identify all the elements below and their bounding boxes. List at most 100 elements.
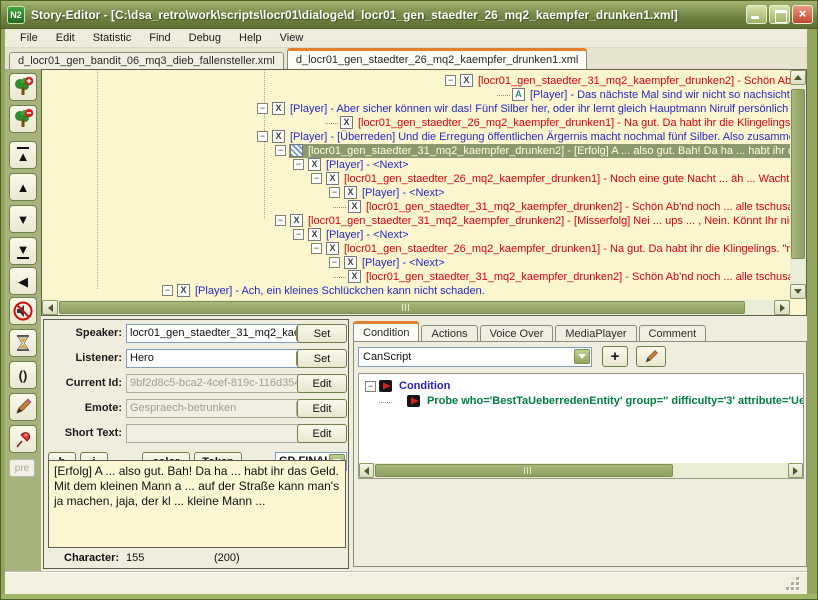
expander-minus-icon[interactable]: − bbox=[293, 159, 304, 170]
move-up-button[interactable]: ▲ bbox=[9, 173, 37, 201]
move-first-button[interactable]: ▲ bbox=[9, 141, 37, 169]
edit-pencil-button[interactable] bbox=[9, 393, 37, 421]
tree-node-label[interactable]: [locr01_gen_staedter_26_mq2_kaempfer_dru… bbox=[358, 117, 790, 130]
node-checkbox-icon[interactable]: X bbox=[344, 256, 357, 269]
expander-minus-icon[interactable]: − bbox=[275, 215, 286, 226]
move-last-button[interactable]: ▼ bbox=[9, 237, 37, 265]
scroll-left-button[interactable] bbox=[42, 300, 58, 315]
tree-node-label[interactable]: [locr01_gen_staedter_31_mq2_kaempfer_dru… bbox=[308, 145, 790, 158]
edit-condition-button[interactable] bbox=[636, 346, 666, 367]
scroll-thumb[interactable] bbox=[375, 464, 673, 477]
tree-row[interactable]: −X[locr01_gen_staedter_26_mq2_kaempfer_d… bbox=[42, 242, 790, 256]
tree-row[interactable]: X [locr01_gen_staedter_26_mq2_kaempfer_dr… bbox=[42, 116, 790, 130]
tree-node-label[interactable]: [Player] - <Next> bbox=[362, 257, 445, 270]
tree-node-label[interactable]: [locr01_gen_staedter_31_mq2_kaempfer_dru… bbox=[366, 271, 790, 284]
maximize-button[interactable] bbox=[769, 5, 790, 24]
resize-grip-icon[interactable] bbox=[787, 578, 799, 590]
wait-button[interactable] bbox=[9, 329, 37, 357]
scroll-up-button[interactable] bbox=[790, 70, 806, 85]
menu-edit[interactable]: Edit bbox=[47, 30, 84, 46]
checked-node-icon[interactable] bbox=[290, 144, 303, 157]
scroll-thumb[interactable] bbox=[59, 301, 745, 314]
add-node-button[interactable] bbox=[9, 73, 37, 101]
expander-minus-icon[interactable]: − bbox=[275, 145, 286, 156]
move-down-button[interactable]: ▼ bbox=[9, 205, 37, 233]
node-checkbox-icon[interactable]: X bbox=[272, 130, 285, 143]
mute-button[interactable] bbox=[9, 297, 37, 325]
tree-row[interactable]: −X [Player] - <Next> bbox=[42, 228, 790, 242]
expander-minus-icon[interactable]: − bbox=[162, 285, 173, 296]
tree-node-label[interactable]: [locr01_gen_staedter_31_mq2_kaempfer_dru… bbox=[478, 75, 790, 88]
menu-debug[interactable]: Debug bbox=[180, 30, 230, 46]
play-reverse-button[interactable]: ◀ bbox=[9, 267, 37, 295]
expander-minus-icon[interactable]: − bbox=[257, 103, 268, 114]
tree-row[interactable]: A[Player] - Das nächste Mal sind wir nic… bbox=[42, 88, 790, 102]
minimize-button[interactable] bbox=[746, 5, 767, 24]
braces-button[interactable]: () bbox=[9, 361, 37, 389]
menu-find[interactable]: Find bbox=[140, 30, 179, 46]
node-checkbox-icon[interactable]: X bbox=[308, 228, 321, 241]
menu-statistic[interactable]: Statistic bbox=[84, 30, 141, 46]
expander-minus-icon[interactable]: − bbox=[257, 131, 268, 142]
tab-comment[interactable]: Comment bbox=[639, 325, 707, 342]
tree-row[interactable]: −X[locr01_gen_staedter_26_mq2_kaempfer_d… bbox=[42, 172, 790, 186]
tree-row[interactable]: X[locr01_gen_staedter_31_mq2_kaempfer_dr… bbox=[42, 270, 790, 284]
expander-minus-icon[interactable]: − bbox=[293, 229, 304, 240]
tree-row[interactable]: −X[Player] - <Next> bbox=[42, 158, 790, 172]
node-checkbox-icon[interactable]: X bbox=[348, 200, 361, 213]
node-checkbox-icon[interactable]: X bbox=[290, 214, 303, 227]
node-checkbox-icon[interactable]: X bbox=[340, 116, 353, 129]
pin-button[interactable] bbox=[9, 425, 37, 453]
tree-node-label[interactable]: [Player] - <Next> bbox=[326, 229, 409, 242]
tree-row[interactable]: −X [Player] - Ach, ein kleines Schlückche… bbox=[42, 284, 790, 298]
emote-edit-button[interactable]: Edit bbox=[297, 399, 347, 418]
close-button[interactable]: × bbox=[792, 5, 813, 24]
document-tab[interactable]: d_locr01_gen_bandit_06_mq3_dieb_fallenst… bbox=[9, 52, 284, 69]
dialog-text-editor[interactable]: [Erfolg] A ... also gut. Bah! Da ha ... … bbox=[48, 460, 346, 548]
node-checkbox-icon[interactable]: X bbox=[344, 186, 357, 199]
tree-node-label[interactable]: [Player] - Aber sicher können wir das! F… bbox=[290, 103, 790, 116]
menu-help[interactable]: Help bbox=[230, 30, 271, 46]
condition-node-label[interactable]: Probe who='BestTaUeberredenEntity' group… bbox=[427, 395, 804, 408]
condition-horizontal-scrollbar[interactable] bbox=[359, 463, 803, 478]
pre-button[interactable]: pre bbox=[9, 459, 35, 477]
tree-row[interactable]: −X [Player] - <Next> bbox=[42, 186, 790, 200]
expander-minus-icon[interactable]: − bbox=[329, 187, 340, 198]
tree-node-label[interactable]: [locr01_gen_staedter_26_mq2_kaempfer_dru… bbox=[344, 173, 790, 186]
tree-node-label[interactable]: [Player] - [Überreden] Und die Erregung … bbox=[290, 131, 790, 144]
tree-row[interactable]: −X[locr01_gen_staedter_31_mq2_kaempfer_d… bbox=[42, 214, 790, 228]
listener-combobox[interactable]: Hero bbox=[126, 349, 314, 368]
tree-horizontal-scrollbar[interactable] bbox=[42, 300, 790, 315]
tree-node-label[interactable]: [Player] - <Next> bbox=[326, 159, 409, 172]
chevron-down-icon[interactable] bbox=[574, 349, 590, 364]
node-checkbox-icon[interactable]: X bbox=[460, 74, 473, 87]
answer-node-icon[interactable]: A bbox=[512, 88, 525, 101]
node-checkbox-icon[interactable]: X bbox=[326, 172, 339, 185]
node-checkbox-icon[interactable]: X bbox=[272, 102, 285, 115]
script-combobox[interactable]: CanScript bbox=[358, 347, 592, 367]
scroll-left-button[interactable] bbox=[359, 463, 374, 478]
node-checkbox-icon[interactable]: X bbox=[326, 242, 339, 255]
tree-row[interactable]: −X [Player] - [Überreden] Und die Erregun… bbox=[42, 130, 790, 144]
speaker-set-button[interactable]: Set bbox=[297, 324, 347, 343]
tree-node-label[interactable]: [Player] - <Next> bbox=[362, 187, 445, 200]
tree-vertical-scrollbar[interactable] bbox=[790, 70, 806, 299]
short-text-edit-button[interactable]: Edit bbox=[297, 424, 347, 443]
expander-minus-icon[interactable]: − bbox=[329, 257, 340, 268]
tree-row[interactable]: −X [Player] - <Next> bbox=[42, 256, 790, 270]
menu-view[interactable]: View bbox=[271, 30, 313, 46]
menu-file[interactable]: File bbox=[11, 30, 47, 46]
tab-actions[interactable]: Actions bbox=[421, 325, 477, 342]
tab-condition[interactable]: Condition bbox=[353, 321, 419, 342]
listener-set-button[interactable]: Set bbox=[297, 349, 347, 368]
tree-node-label[interactable]: [Player] - Ach, ein kleines Schlückchen … bbox=[195, 285, 485, 298]
tab-mediaplayer[interactable]: MediaPlayer bbox=[555, 325, 636, 342]
expander-minus-icon[interactable]: − bbox=[311, 243, 322, 254]
expander-minus-icon[interactable]: − bbox=[445, 75, 456, 86]
title-bar[interactable]: N2 Story-Editor - [C:\dsa_retro\work\scr… bbox=[1, 1, 818, 29]
speaker-combobox[interactable]: locr01_gen_staedter_31_mq2_kae bbox=[126, 324, 314, 343]
scroll-thumb[interactable] bbox=[791, 89, 805, 259]
tree-node-label[interactable]: [locr01_gen_staedter_31_mq2_kaempfer_dru… bbox=[366, 201, 790, 214]
node-checkbox-icon[interactable]: X bbox=[177, 284, 190, 297]
scroll-down-button[interactable] bbox=[790, 284, 806, 299]
